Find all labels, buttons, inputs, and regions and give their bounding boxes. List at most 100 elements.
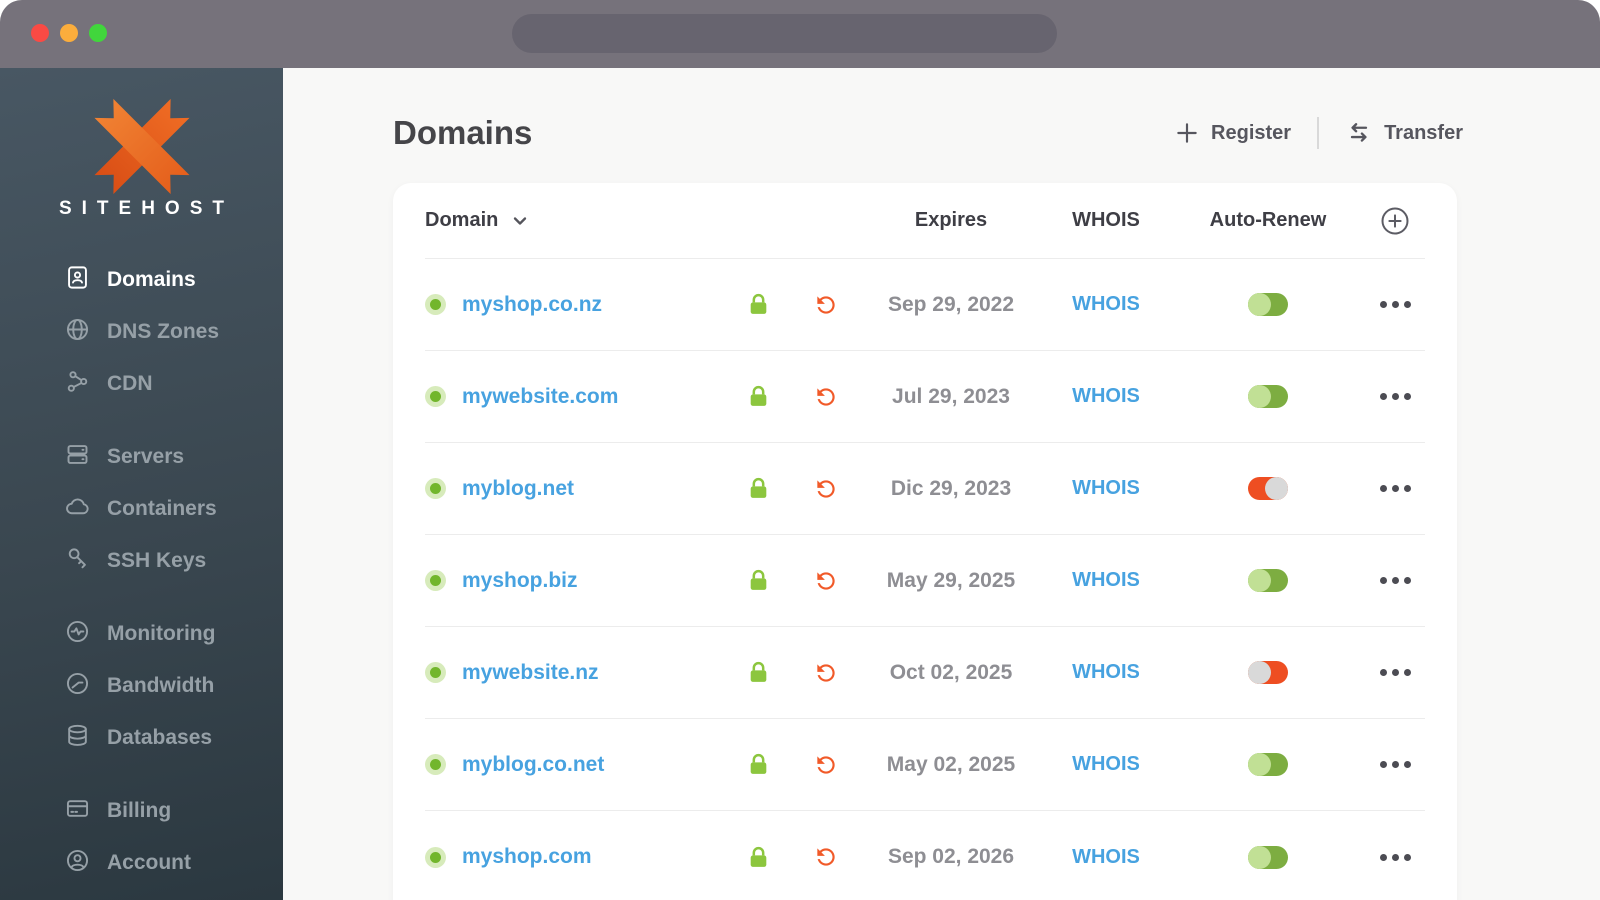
sidebar-item-account[interactable]: Account — [64, 837, 283, 889]
auto-renew-toggle[interactable] — [1248, 661, 1288, 684]
table-header: Domain Expires WHOIS Auto-Renew — [425, 183, 1425, 259]
maximize-window-button[interactable] — [89, 24, 107, 42]
whois-link[interactable]: WHOIS — [1072, 477, 1140, 500]
sidebar-item-containers[interactable]: Containers — [64, 483, 283, 535]
domain-link[interactable]: myshop.co.nz — [462, 293, 602, 317]
renew-refresh-icon — [817, 663, 835, 682]
server-icon — [64, 441, 91, 474]
whois-link[interactable]: WHOIS — [1072, 661, 1140, 684]
domain-status-dot — [425, 570, 446, 591]
expires-cell: May 02, 2025 — [886, 752, 1016, 776]
sidebar-item-monitoring[interactable]: Monitoring — [64, 608, 283, 660]
sidebar-item-servers[interactable]: Servers — [64, 431, 283, 483]
table-row: myblog.co.net May 02, 2025 WHOIS — [425, 719, 1425, 811]
sidebar-item-label: CDN — [107, 372, 153, 395]
sidebar-item-databases[interactable]: Databases — [64, 712, 283, 764]
expires-cell: Sep 02, 2026 — [887, 845, 1015, 868]
sidebar: SITEHOST Domains DNS Zones CDN Servers Conta… — [0, 68, 283, 900]
whois-link[interactable]: WHOIS — [1072, 293, 1140, 316]
logo-wordmark: SITEHOST — [58, 198, 234, 219]
lock-icon — [750, 846, 766, 867]
domains-table-card: Domain Expires WHOIS Auto-Renew myshop.c… — [393, 183, 1457, 900]
sidebar-item-label: Databases — [107, 726, 213, 749]
auto-renew-toggle[interactable] — [1248, 753, 1288, 776]
plus-circle-icon — [1381, 207, 1409, 234]
auto-renew-toggle[interactable] — [1248, 385, 1288, 408]
sitehost-logo: SITEHOST — [0, 68, 283, 220]
domain-link[interactable]: myshop.biz — [462, 569, 578, 593]
auto-renew-column-label: Auto-Renew — [1209, 209, 1327, 231]
sidebar-item-label: Servers — [107, 445, 185, 468]
address-bar[interactable] — [512, 14, 1057, 53]
domain-status-dot — [425, 662, 446, 683]
renew-refresh-icon — [817, 387, 835, 406]
address-book-icon — [64, 264, 91, 297]
domain-link[interactable]: mywebsite.nz — [462, 661, 599, 685]
traffic-lights — [31, 24, 107, 42]
sidebar-item-dns-zones[interactable]: DNS Zones — [64, 306, 283, 358]
auto-renew-toggle[interactable] — [1248, 845, 1288, 869]
renew-refresh-icon — [817, 848, 835, 866]
row-actions-menu-button[interactable] — [1365, 301, 1425, 308]
sidebar-item-domains[interactable]: Domains — [64, 254, 283, 306]
whois-link[interactable]: WHOIS — [1072, 846, 1140, 869]
plus-icon — [1177, 123, 1197, 143]
toggle-knob — [1248, 845, 1271, 869]
lock-icon — [750, 753, 766, 774]
sidebar-item-label: SSH Keys — [107, 549, 207, 572]
toggle-knob — [1248, 753, 1271, 776]
sidebar-item-label: Bandwidth — [107, 674, 215, 697]
expires-cell: Oct 02, 2025 — [889, 660, 1013, 684]
domain-status-dot — [425, 754, 446, 775]
lock-icon — [750, 477, 766, 498]
auto-renew-toggle[interactable] — [1248, 569, 1288, 592]
domain-link[interactable]: myblog.co.net — [462, 753, 604, 777]
sidebar-item-label: Account — [107, 851, 191, 874]
row-actions-menu-button[interactable] — [1365, 669, 1425, 676]
minimize-window-button[interactable] — [60, 24, 78, 42]
auto-renew-toggle[interactable] — [1248, 477, 1288, 500]
window-titlebar — [0, 0, 1600, 68]
domain-status-dot — [425, 846, 446, 868]
sidebar-item-ssh-keys[interactable]: SSH Keys — [64, 535, 283, 587]
close-window-button[interactable] — [31, 24, 49, 42]
whois-link[interactable]: WHOIS — [1072, 569, 1140, 592]
row-actions-menu-button[interactable] — [1365, 393, 1425, 400]
transfer-button[interactable]: Transfer — [1345, 119, 1463, 147]
toggle-knob — [1248, 569, 1271, 592]
add-domain-button[interactable] — [1365, 206, 1425, 236]
row-actions-menu-button[interactable] — [1365, 853, 1425, 861]
renew-refresh-icon — [817, 571, 835, 590]
toggle-knob — [1265, 477, 1288, 500]
table-row: myblog.net Dic 29, 2023 WHOIS — [425, 443, 1425, 535]
renew-refresh-icon — [817, 295, 835, 314]
domain-status-dot — [425, 386, 446, 407]
whois-link[interactable]: WHOIS — [1072, 753, 1140, 776]
credit-card-icon — [64, 795, 91, 828]
sidebar-item-cdn[interactable]: CDN — [64, 358, 283, 410]
whois-column-label: WHOIS — [1072, 209, 1140, 231]
whois-link[interactable]: WHOIS — [1072, 385, 1140, 408]
domain-link[interactable]: mywebsite.com — [462, 385, 618, 409]
row-actions-menu-button[interactable] — [1365, 761, 1425, 768]
sidebar-item-billing[interactable]: Billing — [64, 785, 283, 837]
toggle-knob — [1248, 293, 1271, 316]
globe-icon — [64, 316, 91, 349]
row-actions-menu-button[interactable] — [1365, 577, 1425, 584]
expires-cell: May 29, 2025 — [886, 568, 1016, 592]
sidebar-item-label: Domains — [107, 268, 196, 291]
main-content: Domains Register Transfer Domain Expires… — [283, 68, 1600, 900]
auto-renew-toggle[interactable] — [1248, 293, 1288, 316]
register-button[interactable]: Register — [1174, 120, 1291, 146]
domain-link[interactable]: myblog.net — [462, 477, 574, 501]
sort-by-domain-header[interactable]: Domain — [425, 209, 725, 232]
domain-link[interactable]: myshop.com — [462, 845, 592, 869]
sidebar-item-label: Containers — [107, 497, 217, 520]
row-actions-menu-button[interactable] — [1365, 485, 1425, 492]
sidebar-item-bandwidth[interactable]: Bandwidth — [64, 660, 283, 712]
lock-icon — [750, 661, 766, 682]
expires-cell: Dic 29, 2023 — [890, 476, 1012, 500]
sitehost-x-icon — [102, 112, 182, 182]
table-row: mywebsite.com Jul 29, 2023 WHOIS — [425, 351, 1425, 443]
domain-status-dot — [425, 294, 446, 315]
